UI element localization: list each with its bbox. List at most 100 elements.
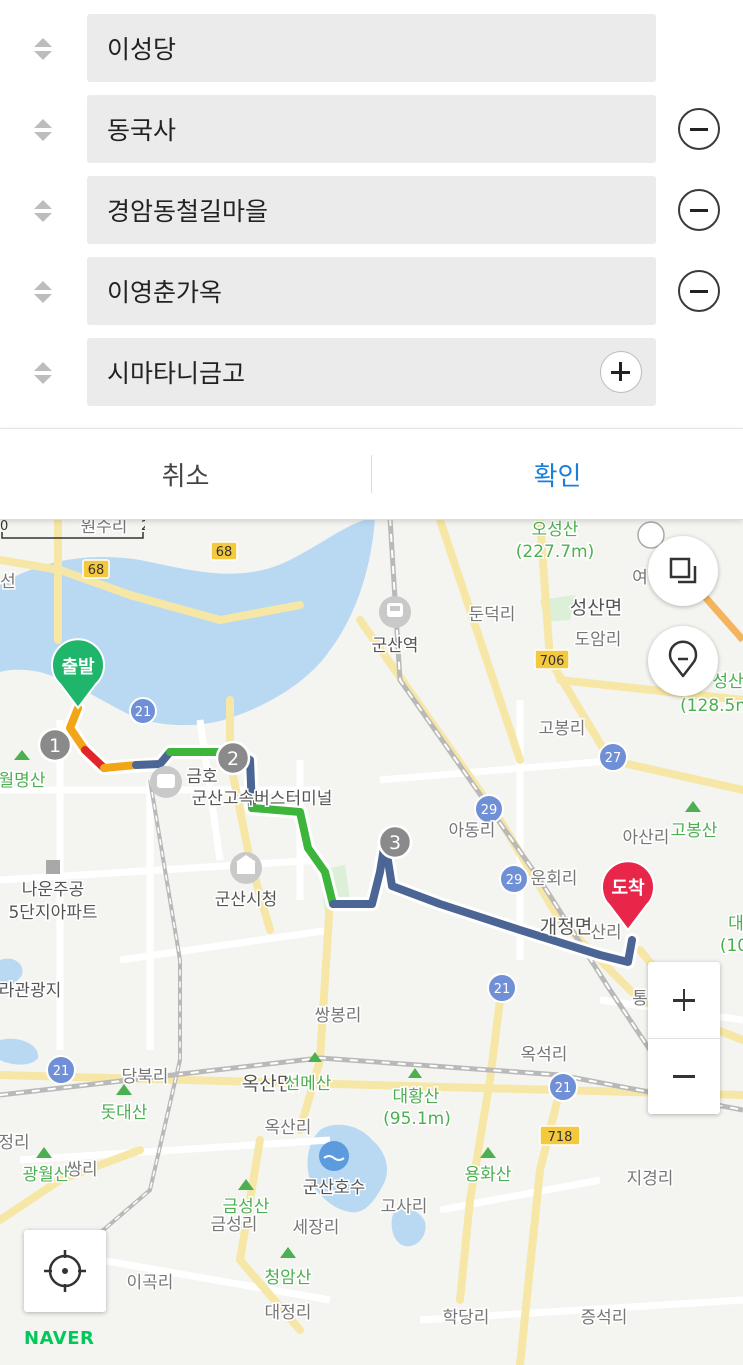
place-label: 세장리 [293, 1218, 340, 1238]
place-label: 라관광지 [0, 981, 61, 1001]
water-edge [0, 958, 39, 1065]
svg-text:2: 2 [227, 748, 239, 770]
place-label: 군산호수 [303, 1178, 366, 1198]
place-label: (10 [720, 936, 743, 956]
minus-circle-icon[interactable] [678, 270, 720, 312]
place-label: 선 [0, 572, 16, 592]
place-label: 대 [728, 914, 743, 934]
place-label: 옥산리 [265, 1118, 312, 1138]
place-label: 청암산 [265, 1268, 312, 1288]
place-label: 군산역 [372, 636, 419, 656]
building-icon [230, 852, 262, 884]
svg-text:2km: 2km [141, 519, 145, 534]
place-label: 증석리 [581, 1308, 628, 1328]
place-label: (128.5m [680, 696, 743, 716]
svg-text:3: 3 [389, 832, 401, 854]
location-pin-button[interactable] [648, 626, 718, 696]
stop-input-waypoint-3[interactable]: 이영춘가옥 [87, 257, 656, 325]
road-badge: 68 [88, 563, 105, 578]
road-badge: 27 [605, 751, 622, 766]
cancel-button[interactable]: 취소 [0, 429, 371, 519]
layers-icon [669, 557, 697, 584]
place-label: 고사리 [381, 1197, 428, 1217]
place-label: 이곡리 [127, 1273, 174, 1293]
lake-icon [319, 1141, 349, 1171]
crosshair-icon [44, 1250, 86, 1292]
minus-circle-icon[interactable] [678, 108, 720, 150]
road-badge: 706 [540, 654, 565, 669]
stop-input-destination[interactable]: 시마타니금고 [87, 338, 656, 406]
drag-handle-icon[interactable] [32, 117, 54, 143]
zoom-out-button[interactable] [648, 1038, 720, 1114]
current-location-button[interactable] [24, 1230, 106, 1312]
minus-circle-icon[interactable] [678, 189, 720, 231]
place-label: 당북리 [122, 1067, 169, 1087]
place-label: 학당리 [443, 1308, 490, 1328]
road-badge: 21 [494, 982, 511, 997]
bus-terminal-icon [150, 766, 182, 798]
map-canvas[interactable]: 68 68 21 706 27 29 29 21 21 21 718 원수리 선… [0, 518, 743, 1365]
place-label: 월명산 [0, 771, 46, 791]
start-marker[interactable]: 출발 [51, 638, 105, 710]
waypoint-marker: 1 [37, 727, 73, 763]
place-label: 군산시청 [215, 890, 278, 910]
road-badge: 21 [555, 1081, 572, 1096]
stop-row: 동국사 [0, 95, 743, 163]
place-label: 여 [632, 568, 648, 588]
place-label: 통 [632, 989, 648, 1009]
plus-circle-icon[interactable] [600, 351, 642, 393]
place-label: (227.7m) [516, 542, 595, 562]
waypoint-editor: 이성당 동국사 경암동철길마을 이영춘가옥 시마타니금고 [0, 0, 743, 428]
route-map[interactable]: 68 68 21 706 27 29 29 21 21 21 718 원수리 선… [0, 518, 743, 1365]
action-bar: 취소 확인 [0, 428, 743, 520]
place-label: 고봉리 [539, 719, 586, 739]
end-marker[interactable]: 도착 [601, 860, 655, 932]
road-badge: 718 [548, 1130, 573, 1145]
minor-roads [0, 700, 743, 1324]
place-label: 쌍봉리 [315, 1006, 362, 1026]
svg-text:도착: 도착 [611, 878, 645, 899]
place-label: 광월산 [23, 1165, 70, 1185]
place-label: 금성산 [223, 1197, 270, 1217]
place-label: 대정리 [265, 1303, 312, 1323]
road-badge: 21 [53, 1064, 70, 1079]
place-label: 오성산 [532, 520, 579, 540]
stop-input-waypoint-2[interactable]: 경암동철길마을 [87, 176, 656, 244]
svg-text:1: 1 [49, 735, 61, 757]
place-label: 지경리 [627, 1169, 674, 1189]
map-scale: 0 2km [0, 519, 145, 539]
place-label: 5단지아파트 [8, 903, 97, 923]
stop-row: 시마타니금고 [0, 338, 743, 406]
building-icon [46, 860, 60, 874]
place-label: 금성리 [211, 1215, 258, 1235]
zoom-control [648, 962, 720, 1114]
naver-logo: NAVER [24, 1328, 95, 1349]
svg-text:0: 0 [0, 519, 8, 534]
layers-button[interactable] [648, 536, 718, 606]
drag-handle-icon[interactable] [32, 279, 54, 305]
drag-handle-icon[interactable] [32, 360, 54, 386]
place-label: 쌍리 [66, 1160, 97, 1180]
waypoint-marker: 3 [377, 824, 413, 860]
place-label: 정리 [0, 1133, 30, 1153]
place-label: 옥석리 [521, 1045, 568, 1065]
zoom-in-button[interactable] [648, 962, 720, 1039]
confirm-button[interactable]: 확인 [372, 429, 743, 519]
drag-handle-icon[interactable] [32, 198, 54, 224]
drag-handle-icon[interactable] [32, 36, 54, 62]
place-label: 돗대산 [101, 1103, 148, 1123]
place-label: 개정면 [540, 916, 592, 938]
stop-input-waypoint-1[interactable]: 동국사 [87, 95, 656, 163]
stop-row: 이성당 [0, 14, 743, 82]
road-badge: 29 [481, 803, 498, 818]
place-label: 아산리 [623, 828, 670, 848]
stop-input-origin[interactable]: 이성당 [87, 14, 656, 82]
stop-row: 경암동철길마을 [0, 176, 743, 244]
place-label: 도암리 [575, 630, 622, 650]
place-label: 선메산 [285, 1074, 332, 1094]
stop-row: 이영춘가옥 [0, 257, 743, 325]
place-label: 성산면 [570, 597, 622, 619]
place-label: 산리 [590, 923, 621, 943]
place-label: 대황산 [393, 1087, 440, 1107]
place-label: 둔덕리 [469, 605, 516, 625]
